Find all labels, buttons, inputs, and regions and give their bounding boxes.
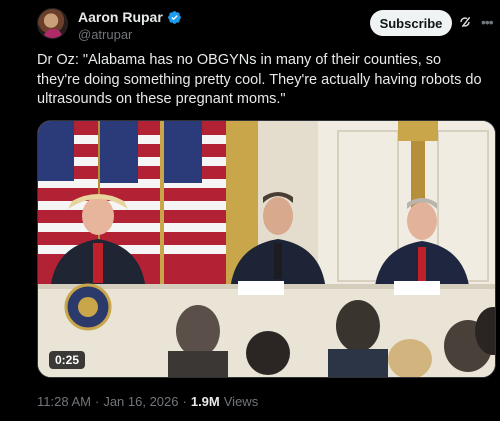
- grok-icon[interactable]: [457, 14, 473, 30]
- post-date[interactable]: Jan 16, 2026: [103, 394, 178, 409]
- post-time[interactable]: 11:28 AM: [37, 394, 91, 409]
- video-frame: [38, 121, 495, 377]
- verified-badge-icon: [167, 10, 181, 24]
- video-player[interactable]: 0:25: [37, 120, 496, 378]
- video-duration: 0:25: [49, 351, 86, 369]
- more-icon[interactable]: •••: [481, 14, 497, 30]
- separator: ·: [94, 394, 100, 409]
- tweet-meta: 11:28 AM · Jan 16, 2026 · 1.9M Views: [37, 394, 258, 409]
- author-name[interactable]: Aaron Rupar: [78, 9, 163, 25]
- subscribe-button[interactable]: Subscribe: [370, 10, 452, 36]
- avatar[interactable]: [37, 8, 68, 39]
- views-count: 1.9M: [190, 394, 220, 409]
- author-handle[interactable]: @atrupar: [78, 27, 132, 42]
- author-name-row[interactable]: Aaron Rupar: [78, 9, 182, 25]
- views-label: Views: [223, 394, 259, 409]
- tweet-header: Aaron Rupar @atrupar Subscribe •••: [0, 0, 500, 48]
- separator: ·: [182, 394, 187, 409]
- tweet-text: Dr Oz: "Alabama has no OBGYNs in many of…: [37, 52, 482, 107]
